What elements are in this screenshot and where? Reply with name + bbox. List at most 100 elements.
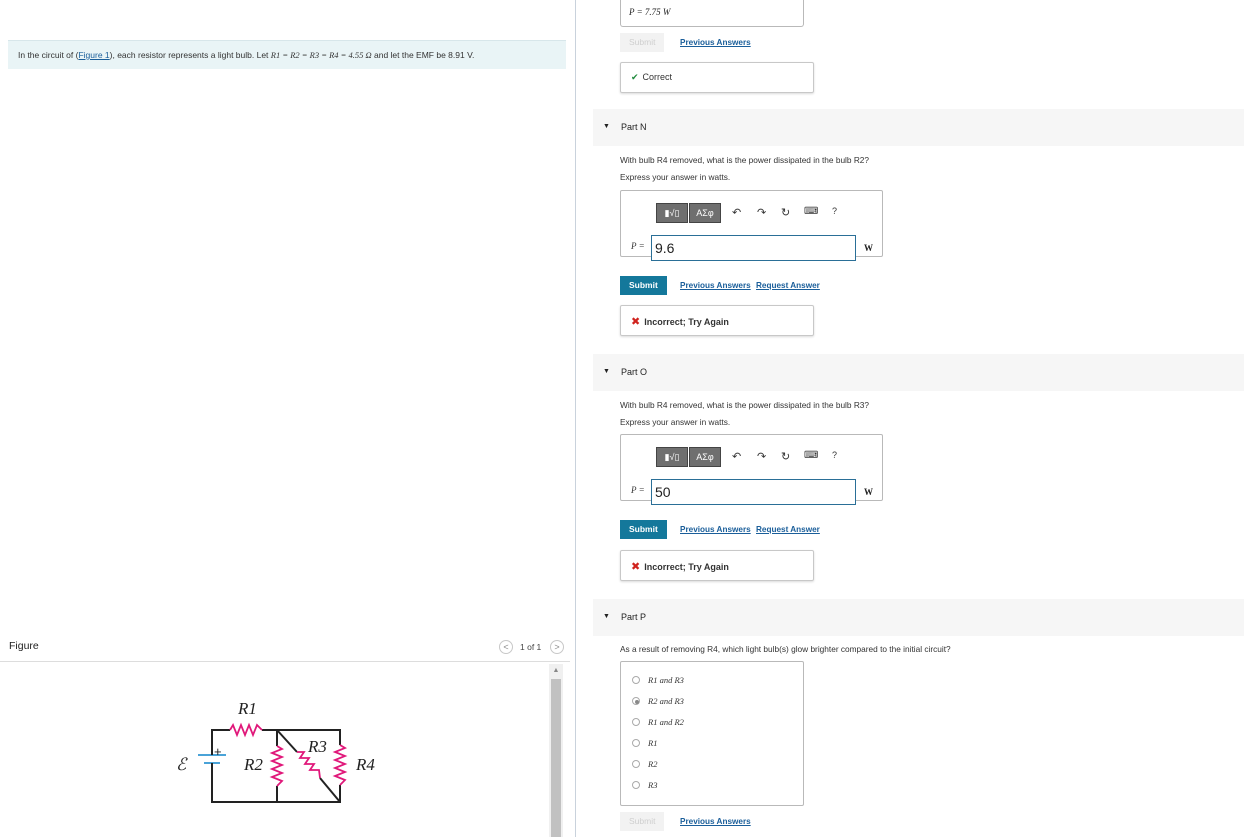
submit-button[interactable]: Submit	[620, 520, 667, 539]
symbols-button[interactable]: ΑΣφ	[689, 447, 721, 467]
option-label: R1 and R2	[648, 717, 684, 727]
reset-icon[interactable]: ↻	[781, 206, 790, 219]
radio-button[interactable]	[632, 781, 640, 789]
collapse-triangle-icon: ▼	[603, 368, 610, 375]
option-label: R2	[648, 759, 658, 769]
part-label: Part O	[621, 367, 648, 377]
problem-intro-suffix: ), each resistor represents a light bulb…	[109, 50, 271, 60]
checkmark-icon: ✔	[631, 72, 639, 82]
label-r1: R1	[237, 699, 257, 718]
figure-header: Figure < 1 of 1 >	[0, 632, 570, 662]
wire-r3-bottom	[319, 777, 341, 803]
feedback-text: Correct	[642, 72, 673, 82]
part-label: Part N	[621, 122, 647, 132]
keyboard-icon[interactable]: ⌨	[804, 450, 818, 461]
resistor-r1	[229, 722, 263, 738]
label-plus: +	[214, 744, 222, 759]
figure-1-link[interactable]: Figure 1	[78, 50, 109, 60]
part-o-instruction: Express your answer in watts.	[620, 417, 731, 427]
problem-emf-text: and let the EMF be 8.91 V.	[371, 50, 475, 60]
keyboard-icon[interactable]: ⌨	[804, 206, 818, 217]
part-n-instruction: Express your answer in watts.	[620, 172, 731, 182]
undo-icon[interactable]: ↶	[732, 206, 741, 219]
option-row[interactable]: R1	[632, 738, 657, 748]
variable-label: P =	[631, 241, 645, 251]
radio-button[interactable]	[632, 739, 640, 747]
figure-next-button[interactable]: >	[550, 640, 564, 654]
option-label: R2 and R3	[648, 696, 684, 706]
option-label: R1	[648, 738, 658, 748]
symbols-button[interactable]: ΑΣφ	[689, 203, 721, 223]
previous-answers-link[interactable]: Previous Answers	[680, 281, 751, 290]
help-icon[interactable]: ?	[832, 206, 837, 216]
figure-prev-button[interactable]: <	[499, 640, 513, 654]
request-answer-link[interactable]: Request Answer	[756, 525, 820, 534]
previous-answers-link[interactable]: Previous Answers	[680, 817, 751, 826]
submit-button[interactable]: Submit	[620, 276, 667, 295]
scroll-up-arrow-icon[interactable]: ▲	[549, 664, 563, 678]
feedback-text: Incorrect; Try Again	[644, 562, 729, 572]
templates-button[interactable]: ▮√▯	[656, 447, 688, 467]
feedback-incorrect: ✖ Incorrect; Try Again	[620, 550, 814, 581]
part-p-options: R1 and R3 R2 and R3 R1 and R2 R1 R2 R3	[620, 661, 804, 806]
templates-button[interactable]: ▮√▯	[656, 203, 688, 223]
part-p-question: As a result of removing R4, which light …	[620, 644, 951, 654]
label-r3: R3	[307, 737, 327, 756]
submit-button-disabled[interactable]: Submit	[620, 812, 665, 831]
figure-title: Figure	[9, 640, 39, 652]
label-r4: R4	[355, 755, 375, 774]
option-row[interactable]: R2	[632, 759, 657, 769]
help-icon[interactable]: ?	[832, 450, 837, 460]
circuit-diagram: R1 R2 R3 R4 ℰ +	[176, 699, 375, 803]
label-emf: ℰ	[176, 755, 188, 774]
answer-input[interactable]: 50	[651, 479, 856, 505]
option-row[interactable]: R2 and R3	[632, 696, 684, 706]
unit-label: W	[864, 243, 873, 253]
wire-top	[262, 729, 341, 745]
part-n-header[interactable]: ▼ Part N	[593, 109, 1244, 146]
resistor-equality: R1 = R2 = R3 = R4 = 4.55 Ω	[270, 50, 372, 60]
problem-intro-prefix: In the circuit of (	[18, 50, 79, 60]
answer-input[interactable]: 9.6	[651, 235, 856, 261]
scroll-thumb[interactable]	[551, 679, 561, 837]
feedback-text: Incorrect; Try Again	[644, 317, 729, 327]
submit-button-disabled[interactable]: Submit	[620, 33, 665, 52]
part-n-answer-editor: ▮√▯ ΑΣφ ↶ ↷ ↻ ⌨ ? P = 9.6 W	[620, 190, 883, 261]
option-row[interactable]: R3	[632, 780, 657, 790]
label-r2: R2	[243, 755, 263, 774]
collapse-triangle-icon: ▼	[603, 613, 610, 620]
reset-icon[interactable]: ↻	[781, 450, 790, 463]
redo-icon[interactable]: ↷	[757, 206, 766, 219]
left-pane: In the circuit of (Figure 1), each resis…	[0, 0, 576, 837]
part-o-answer-editor: ▮√▯ ΑΣφ ↶ ↷ ↻ ⌨ ? P = 50 W	[620, 434, 883, 505]
previous-answer-box: P = 7.75 W	[620, 0, 804, 27]
option-label: R1 and R3	[648, 675, 684, 685]
radio-button[interactable]	[632, 718, 640, 726]
radio-button[interactable]	[632, 760, 640, 768]
variable-label: P =	[631, 485, 645, 495]
unit-label: W	[864, 487, 873, 497]
x-mark-icon: ✖	[631, 561, 641, 573]
feedback-incorrect: ✖ Incorrect; Try Again	[620, 305, 814, 336]
resistor-r4	[332, 744, 348, 786]
previous-answers-link[interactable]: Previous Answers	[680, 525, 751, 534]
figure-scrollbar[interactable]: ▲	[549, 664, 563, 837]
option-label: R3	[648, 780, 658, 790]
resistor-r2	[269, 745, 285, 787]
previous-answers-link[interactable]: Previous Answers	[680, 38, 751, 47]
option-row[interactable]: R1 and R2	[632, 717, 684, 727]
problem-statement: In the circuit of (Figure 1), each resis…	[8, 40, 566, 69]
part-p-header[interactable]: ▼ Part P	[593, 599, 1244, 636]
part-label: Part P	[621, 612, 647, 622]
redo-icon[interactable]: ↷	[757, 450, 766, 463]
radio-button[interactable]	[632, 676, 640, 684]
x-mark-icon: ✖	[631, 316, 641, 328]
undo-icon[interactable]: ↶	[732, 450, 741, 463]
figure-counter: 1 of 1	[520, 642, 542, 652]
part-o-header[interactable]: ▼ Part O	[593, 354, 1244, 391]
radio-button-selected[interactable]	[632, 697, 640, 705]
collapse-triangle-icon: ▼	[603, 123, 610, 130]
previous-answer-text: P = 7.75 W	[629, 7, 671, 17]
option-row[interactable]: R1 and R3	[632, 675, 684, 685]
request-answer-link[interactable]: Request Answer	[756, 281, 820, 290]
